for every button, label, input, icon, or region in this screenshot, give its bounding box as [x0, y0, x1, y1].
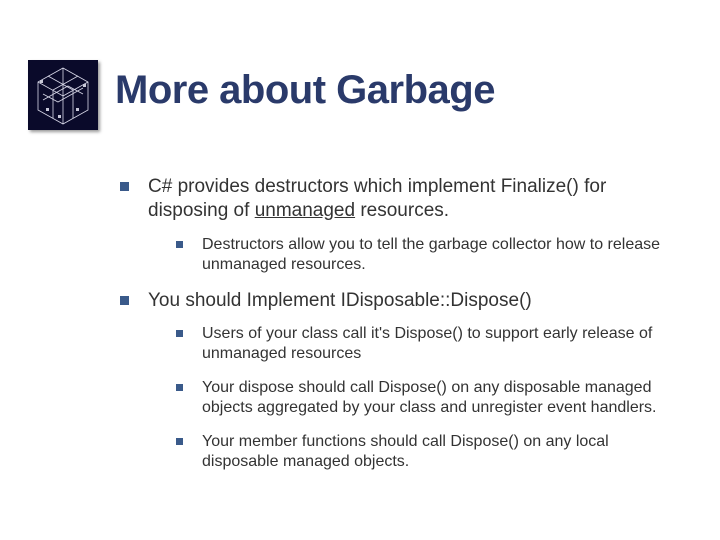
bullet-text: You should Implement IDisposable::Dispos…: [148, 290, 532, 311]
bullet-level2: Your member functions should call Dispos…: [176, 432, 680, 472]
escher-icon: [28, 60, 98, 130]
bullet-level2: Your dispose should call Dispose() on an…: [176, 378, 680, 418]
slide: More about Garbage C# provides destructo…: [0, 0, 720, 540]
bullet-text: C# provides destructors which implement …: [148, 176, 606, 221]
bullet-text: Your dispose should call Dispose() on an…: [202, 379, 657, 416]
bullet-level2: Users of your class call it's Dispose() …: [176, 324, 680, 364]
bullet-level1: C# provides destructors which implement …: [120, 175, 680, 275]
slide-body: C# provides destructors which implement …: [120, 175, 680, 486]
bullet-level1: You should Implement IDisposable::Dispos…: [120, 289, 680, 473]
bullet-level2: Destructors allow you to tell the garbag…: [176, 235, 680, 275]
bullet-text: Destructors allow you to tell the garbag…: [202, 236, 660, 273]
bullet-text: Your member functions should call Dispos…: [202, 433, 609, 470]
bullet-text: Users of your class call it's Dispose() …: [202, 325, 652, 362]
slide-title: More about Garbage: [115, 68, 495, 113]
